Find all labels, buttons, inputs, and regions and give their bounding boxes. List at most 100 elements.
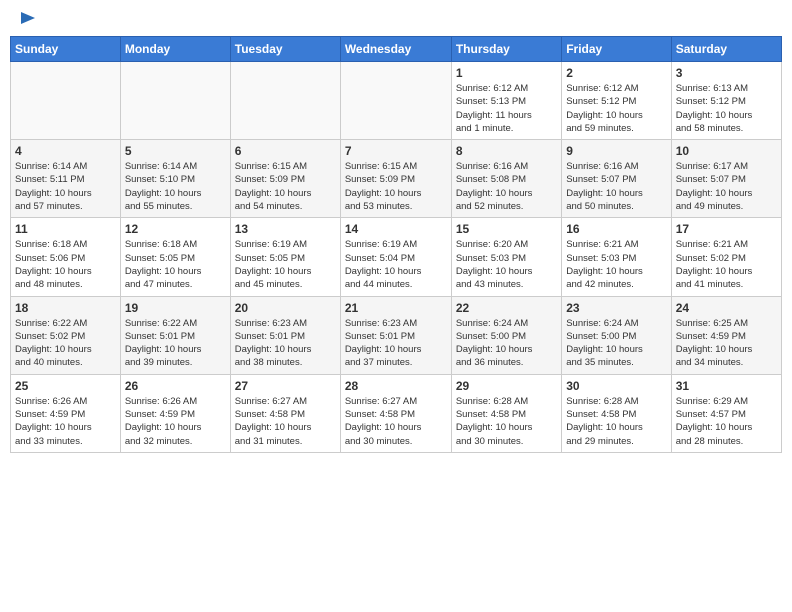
calendar-cell xyxy=(230,62,340,140)
calendar-cell: 16 Sunrise: 6:21 AM Sunset: 5:03 PM Dayli… xyxy=(562,218,671,296)
day-number: 12 xyxy=(125,222,226,236)
day-info: Sunrise: 6:28 AM Sunset: 4:58 PM Dayligh… xyxy=(456,395,557,448)
day-number: 8 xyxy=(456,144,557,158)
calendar-cell: 27 Sunrise: 6:27 AM Sunset: 4:58 PM Dayli… xyxy=(230,374,340,452)
calendar-cell: 18 Sunrise: 6:22 AM Sunset: 5:02 PM Dayli… xyxy=(11,296,121,374)
day-info: Sunrise: 6:18 AM Sunset: 5:05 PM Dayligh… xyxy=(125,238,226,291)
calendar-cell: 10 Sunrise: 6:17 AM Sunset: 5:07 PM Dayli… xyxy=(671,140,781,218)
calendar-cell: 17 Sunrise: 6:21 AM Sunset: 5:02 PM Dayli… xyxy=(671,218,781,296)
day-info: Sunrise: 6:21 AM Sunset: 5:02 PM Dayligh… xyxy=(676,238,777,291)
day-number: 21 xyxy=(345,301,447,315)
day-number: 4 xyxy=(15,144,116,158)
day-number: 13 xyxy=(235,222,336,236)
day-info: Sunrise: 6:19 AM Sunset: 5:05 PM Dayligh… xyxy=(235,238,336,291)
logo xyxy=(14,10,39,28)
day-number: 30 xyxy=(566,379,666,393)
calendar-table: SundayMondayTuesdayWednesdayThursdayFrid… xyxy=(10,36,782,453)
calendar-cell: 7 Sunrise: 6:15 AM Sunset: 5:09 PM Daylig… xyxy=(340,140,451,218)
day-number: 22 xyxy=(456,301,557,315)
weekday-header-row: SundayMondayTuesdayWednesdayThursdayFrid… xyxy=(11,37,782,62)
day-info: Sunrise: 6:27 AM Sunset: 4:58 PM Dayligh… xyxy=(235,395,336,448)
day-info: Sunrise: 6:17 AM Sunset: 5:07 PM Dayligh… xyxy=(676,160,777,213)
day-info: Sunrise: 6:12 AM Sunset: 5:13 PM Dayligh… xyxy=(456,82,557,135)
calendar-cell: 14 Sunrise: 6:19 AM Sunset: 5:04 PM Dayli… xyxy=(340,218,451,296)
week-row-1: 1 Sunrise: 6:12 AM Sunset: 5:13 PM Daylig… xyxy=(11,62,782,140)
day-number: 15 xyxy=(456,222,557,236)
week-row-5: 25 Sunrise: 6:26 AM Sunset: 4:59 PM Dayli… xyxy=(11,374,782,452)
day-info: Sunrise: 6:27 AM Sunset: 4:58 PM Dayligh… xyxy=(345,395,447,448)
calendar-cell: 2Sunrise: 6:12 AM Sunset: 5:12 PM Daylig… xyxy=(562,62,671,140)
calendar-cell xyxy=(120,62,230,140)
calendar-cell xyxy=(340,62,451,140)
day-number: 6 xyxy=(235,144,336,158)
day-info: Sunrise: 6:20 AM Sunset: 5:03 PM Dayligh… xyxy=(456,238,557,291)
day-number: 5 xyxy=(125,144,226,158)
calendar-cell: 1 Sunrise: 6:12 AM Sunset: 5:13 PM Daylig… xyxy=(451,62,561,140)
weekday-header-monday: Monday xyxy=(120,37,230,62)
calendar-cell: 25 Sunrise: 6:26 AM Sunset: 4:59 PM Dayli… xyxy=(11,374,121,452)
calendar-cell: 21 Sunrise: 6:23 AM Sunset: 5:01 PM Dayli… xyxy=(340,296,451,374)
day-number: 14 xyxy=(345,222,447,236)
day-number: 19 xyxy=(125,301,226,315)
day-number: 24 xyxy=(676,301,777,315)
day-info: Sunrise: 6:23 AM Sunset: 5:01 PM Dayligh… xyxy=(345,317,447,370)
day-info: Sunrise: 6:19 AM Sunset: 5:04 PM Dayligh… xyxy=(345,238,447,291)
calendar-cell: 22 Sunrise: 6:24 AM Sunset: 5:00 PM Dayli… xyxy=(451,296,561,374)
calendar-cell: 23Sunrise: 6:24 AM Sunset: 5:00 PM Dayli… xyxy=(562,296,671,374)
day-number: 26 xyxy=(125,379,226,393)
day-number: 9 xyxy=(566,144,666,158)
day-info: Sunrise: 6:24 AM Sunset: 5:00 PM Dayligh… xyxy=(566,317,666,370)
weekday-header-sunday: Sunday xyxy=(11,37,121,62)
calendar-cell: 29Sunrise: 6:28 AM Sunset: 4:58 PM Dayli… xyxy=(451,374,561,452)
day-number: 11 xyxy=(15,222,116,236)
day-number: 18 xyxy=(15,301,116,315)
day-number: 2 xyxy=(566,66,666,80)
day-info: Sunrise: 6:23 AM Sunset: 5:01 PM Dayligh… xyxy=(235,317,336,370)
calendar-cell: 15 Sunrise: 6:20 AM Sunset: 5:03 PM Dayli… xyxy=(451,218,561,296)
calendar-cell: 31Sunrise: 6:29 AM Sunset: 4:57 PM Dayli… xyxy=(671,374,781,452)
weekday-header-friday: Friday xyxy=(562,37,671,62)
calendar-cell: 3Sunrise: 6:13 AM Sunset: 5:12 PM Daylig… xyxy=(671,62,781,140)
calendar-cell: 5 Sunrise: 6:14 AM Sunset: 5:10 PM Daylig… xyxy=(120,140,230,218)
calendar-cell: 26 Sunrise: 6:26 AM Sunset: 4:59 PM Dayli… xyxy=(120,374,230,452)
day-info: Sunrise: 6:24 AM Sunset: 5:00 PM Dayligh… xyxy=(456,317,557,370)
day-number: 25 xyxy=(15,379,116,393)
week-row-4: 18 Sunrise: 6:22 AM Sunset: 5:02 PM Dayli… xyxy=(11,296,782,374)
day-info: Sunrise: 6:15 AM Sunset: 5:09 PM Dayligh… xyxy=(345,160,447,213)
weekday-header-thursday: Thursday xyxy=(451,37,561,62)
day-info: Sunrise: 6:22 AM Sunset: 5:02 PM Dayligh… xyxy=(15,317,116,370)
weekday-header-wednesday: Wednesday xyxy=(340,37,451,62)
calendar-cell: 30 Sunrise: 6:28 AM Sunset: 4:58 PM Dayli… xyxy=(562,374,671,452)
calendar-cell: 28 Sunrise: 6:27 AM Sunset: 4:58 PM Dayli… xyxy=(340,374,451,452)
calendar-cell: 19 Sunrise: 6:22 AM Sunset: 5:01 PM Dayli… xyxy=(120,296,230,374)
day-info: Sunrise: 6:22 AM Sunset: 5:01 PM Dayligh… xyxy=(125,317,226,370)
day-number: 10 xyxy=(676,144,777,158)
day-info: Sunrise: 6:28 AM Sunset: 4:58 PM Dayligh… xyxy=(566,395,666,448)
day-info: Sunrise: 6:16 AM Sunset: 5:08 PM Dayligh… xyxy=(456,160,557,213)
calendar-cell: 13 Sunrise: 6:19 AM Sunset: 5:05 PM Dayli… xyxy=(230,218,340,296)
day-info: Sunrise: 6:26 AM Sunset: 4:59 PM Dayligh… xyxy=(125,395,226,448)
weekday-header-tuesday: Tuesday xyxy=(230,37,340,62)
day-number: 3 xyxy=(676,66,777,80)
day-number: 1 xyxy=(456,66,557,80)
logo-flag-icon xyxy=(17,10,39,32)
day-info: Sunrise: 6:14 AM Sunset: 5:11 PM Dayligh… xyxy=(15,160,116,213)
day-number: 17 xyxy=(676,222,777,236)
calendar-cell: 4 Sunrise: 6:14 AM Sunset: 5:11 PM Daylig… xyxy=(11,140,121,218)
calendar-cell: 12 Sunrise: 6:18 AM Sunset: 5:05 PM Dayli… xyxy=(120,218,230,296)
day-info: Sunrise: 6:26 AM Sunset: 4:59 PM Dayligh… xyxy=(15,395,116,448)
calendar-cell: 6Sunrise: 6:15 AM Sunset: 5:09 PM Daylig… xyxy=(230,140,340,218)
page-header xyxy=(10,10,782,28)
day-info: Sunrise: 6:21 AM Sunset: 5:03 PM Dayligh… xyxy=(566,238,666,291)
day-number: 7 xyxy=(345,144,447,158)
week-row-3: 11Sunrise: 6:18 AM Sunset: 5:06 PM Dayli… xyxy=(11,218,782,296)
day-number: 20 xyxy=(235,301,336,315)
day-number: 28 xyxy=(345,379,447,393)
calendar-cell: 11Sunrise: 6:18 AM Sunset: 5:06 PM Dayli… xyxy=(11,218,121,296)
day-info: Sunrise: 6:14 AM Sunset: 5:10 PM Dayligh… xyxy=(125,160,226,213)
calendar-cell xyxy=(11,62,121,140)
week-row-2: 4 Sunrise: 6:14 AM Sunset: 5:11 PM Daylig… xyxy=(11,140,782,218)
calendar-cell: 20 Sunrise: 6:23 AM Sunset: 5:01 PM Dayli… xyxy=(230,296,340,374)
day-number: 16 xyxy=(566,222,666,236)
day-number: 27 xyxy=(235,379,336,393)
